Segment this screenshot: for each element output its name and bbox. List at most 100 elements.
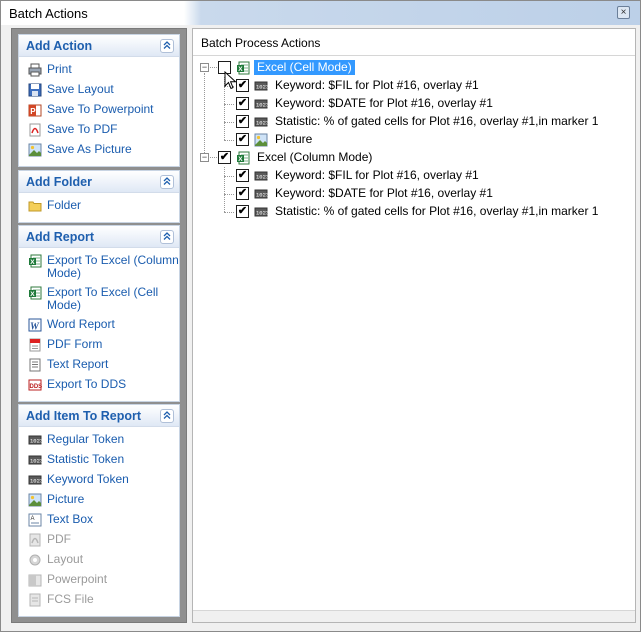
action-item[interactable]: Print: [19, 60, 179, 80]
tree-node-parent[interactable]: − ✔ X Excel (Column Mode): [193, 149, 633, 167]
collapse-chevron-icon[interactable]: [160, 230, 174, 244]
svg-text:1023: 1023: [256, 173, 268, 180]
action-item-label: Export To Excel (Column Mode): [47, 253, 179, 280]
tree-connector: [224, 176, 234, 177]
action-item[interactable]: 1023 Regular Token: [19, 430, 179, 450]
svg-text:DDS: DDS: [30, 384, 43, 390]
checkbox[interactable]: ✔: [236, 97, 249, 110]
token-icon: 1023: [254, 97, 270, 111]
text-report-icon: [28, 358, 42, 372]
token-icon: 1023: [28, 433, 43, 447]
svg-text:X: X: [30, 291, 35, 298]
collapse-chevron-icon[interactable]: [160, 39, 174, 53]
action-item-label: Powerpoint: [47, 572, 108, 586]
tree-node-parent[interactable]: − X Excel (Cell Mode): [193, 59, 633, 77]
tree-node-child[interactable]: ✔ 1023 Keyword: $DATE for Plot #16, overla…: [193, 185, 633, 203]
tree-node-child[interactable]: ✔ 1023 Keyword: $FIL for Plot #16, overlay…: [193, 77, 633, 95]
action-item-label: Save To PDF: [47, 122, 118, 136]
excel-icon: X: [236, 61, 252, 75]
collapse-chevron-icon[interactable]: [160, 409, 174, 423]
svg-text:1023: 1023: [30, 437, 42, 444]
checkbox[interactable]: ✔: [236, 187, 249, 200]
mouse-cursor-icon: [224, 71, 237, 90]
group-add-report: Add Report X Export To Excel (Column Mode)…: [18, 225, 180, 402]
action-item-label: Export To Excel (Cell Mode): [47, 285, 159, 312]
action-item[interactable]: Save Layout: [19, 80, 179, 100]
collapse-toggle-icon[interactable]: −: [200, 63, 209, 72]
checkbox[interactable]: ✔: [236, 169, 249, 182]
close-icon[interactable]: ×: [617, 6, 630, 19]
action-item[interactable]: A Text Box: [19, 510, 179, 530]
action-item-label: FCS File: [47, 592, 94, 606]
action-item[interactable]: PDF Form: [19, 335, 179, 355]
action-item[interactable]: Folder: [19, 196, 179, 216]
action-item[interactable]: X Export To Excel (Column Mode): [19, 251, 179, 283]
group-header[interactable]: Add Report: [19, 226, 179, 248]
action-item[interactable]: W Word Report: [19, 315, 179, 335]
action-item: FCS File: [19, 590, 179, 610]
action-item-label: Print: [47, 62, 72, 76]
powerpoint-disabled-icon: [28, 573, 42, 587]
window-title: Batch Actions: [9, 6, 88, 21]
pdf-form-icon: [28, 338, 42, 352]
checkbox[interactable]: ✔: [236, 115, 249, 128]
action-item[interactable]: Text Report: [19, 355, 179, 375]
action-item[interactable]: X Export To Excel (Cell Mode): [19, 283, 179, 315]
tree-connector: [204, 73, 205, 153]
group-header[interactable]: Add Item To Report: [19, 405, 179, 427]
tree-node-label: Excel (Column Mode): [257, 150, 373, 164]
fcs-file-icon: [28, 593, 42, 607]
picture-icon: [254, 133, 270, 147]
dds-icon: DDS: [28, 378, 42, 392]
tree-node-child[interactable]: ✔ 1023 Keyword: $FIL for Plot #16, overlay…: [193, 167, 633, 185]
svg-text:P: P: [30, 107, 36, 116]
token-icon: 1023: [28, 473, 43, 487]
group-items: 1023 Regular Token 1023 Statistic Token 1023…: [19, 427, 179, 616]
group-add-item-to-report: Add Item To Report 1023 Regular Token 1023 S…: [18, 404, 180, 617]
collapse-toggle-icon[interactable]: −: [200, 153, 209, 162]
group-title: Add Action: [26, 39, 93, 53]
action-item[interactable]: 1023 Keyword Token: [19, 470, 179, 490]
group-items: Print Save Layout P Save To Powerpoint Save …: [19, 57, 179, 166]
action-item[interactable]: Save As Picture: [19, 140, 179, 160]
action-item-label: Folder: [47, 198, 82, 212]
token-icon: 1023: [254, 79, 270, 93]
action-item: Layout: [19, 550, 179, 570]
save-icon: [28, 83, 42, 97]
tree-node-child[interactable]: ✔ Picture: [193, 131, 633, 149]
svg-text:1023: 1023: [30, 457, 42, 464]
tree-node-child[interactable]: ✔ 1023 Statistic: % of gated cells for Plo…: [193, 203, 633, 221]
action-item-label: Save Layout: [47, 82, 114, 96]
action-item-label: Save To Powerpoint: [47, 102, 154, 116]
svg-text:W: W: [30, 322, 40, 333]
title-bar[interactable]: Batch Actions ×: [1, 1, 640, 25]
tree-node-child[interactable]: ✔ 1023 Keyword: $DATE for Plot #16, overla…: [193, 95, 633, 113]
pdf-disabled-icon: [28, 533, 42, 547]
folder-icon: [28, 199, 42, 213]
action-item-label: Keyword Token: [47, 472, 129, 486]
collapse-chevron-icon[interactable]: [160, 175, 174, 189]
panel-header: Batch Process Actions: [201, 36, 321, 50]
action-item-label: Export To DDS: [47, 377, 127, 391]
checkbox[interactable]: ✔: [236, 133, 249, 146]
action-item[interactable]: Save To PDF: [19, 120, 179, 140]
action-item[interactable]: P Save To Powerpoint: [19, 100, 179, 120]
svg-text:1023: 1023: [256, 191, 268, 198]
action-item[interactable]: DDS Export To DDS: [19, 375, 179, 395]
tree-connector: [210, 157, 217, 158]
token-icon: 1023: [28, 453, 43, 467]
action-item-label: Save As Picture: [47, 142, 132, 156]
action-item[interactable]: Picture: [19, 490, 179, 510]
group-header[interactable]: Add Action: [19, 35, 179, 57]
tree-node-label: Picture: [275, 132, 313, 146]
action-item-label: PDF Form: [47, 337, 103, 351]
tree-node-label: Keyword: $DATE for Plot #16, overlay #1: [275, 186, 493, 200]
checkbox[interactable]: ✔: [218, 151, 231, 164]
word-icon: W: [28, 318, 42, 333]
layout-disabled-icon: [28, 553, 42, 567]
action-item[interactable]: 1023 Statistic Token: [19, 450, 179, 470]
group-header[interactable]: Add Folder: [19, 171, 179, 193]
tree-node-child[interactable]: ✔ 1023 Statistic: % of gated cells for Plo…: [193, 113, 633, 131]
checkbox[interactable]: ✔: [236, 205, 249, 218]
batch-process-panel: Batch Process Actions − X Excel (Cell Mode…: [192, 28, 636, 623]
